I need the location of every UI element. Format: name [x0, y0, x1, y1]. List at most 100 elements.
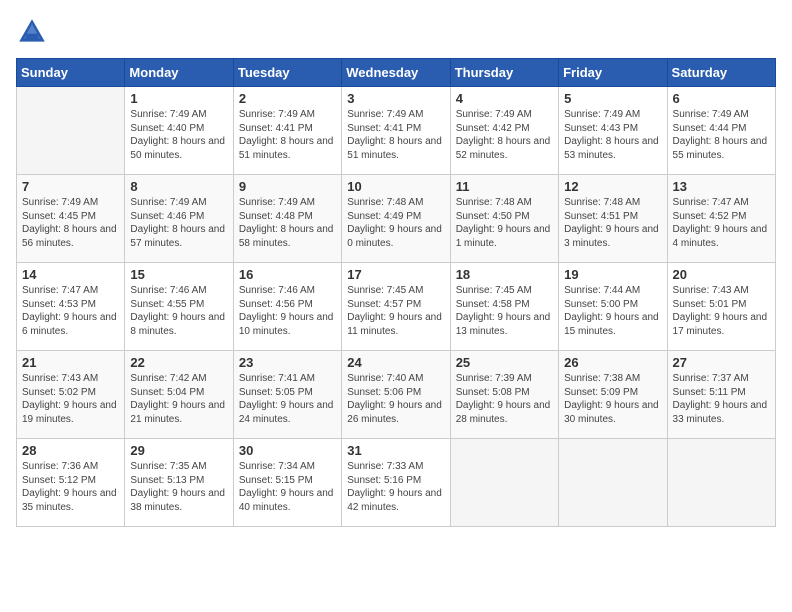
col-header-thursday: Thursday: [450, 59, 558, 87]
calendar-cell: 17 Sunrise: 7:45 AMSunset: 4:57 PMDayligh…: [342, 263, 450, 351]
col-header-wednesday: Wednesday: [342, 59, 450, 87]
day-number: 10: [347, 179, 444, 194]
calendar-cell: 9 Sunrise: 7:49 AMSunset: 4:48 PMDaylight…: [233, 175, 341, 263]
day-info: Sunrise: 7:49 AMSunset: 4:40 PMDaylight:…: [130, 108, 227, 162]
logo-icon: [16, 16, 48, 48]
calendar-cell: 19 Sunrise: 7:44 AMSunset: 5:00 PMDayligh…: [559, 263, 667, 351]
day-number: 14: [22, 267, 119, 282]
calendar-cell: 8 Sunrise: 7:49 AMSunset: 4:46 PMDaylight…: [125, 175, 233, 263]
day-info: Sunrise: 7:49 AMSunset: 4:44 PMDaylight:…: [673, 108, 770, 162]
day-number: 24: [347, 355, 444, 370]
calendar-cell: 15 Sunrise: 7:46 AMSunset: 4:55 PMDayligh…: [125, 263, 233, 351]
day-info: Sunrise: 7:49 AMSunset: 4:42 PMDaylight:…: [456, 108, 553, 162]
day-number: 23: [239, 355, 336, 370]
calendar-cell: 25 Sunrise: 7:39 AMSunset: 5:08 PMDayligh…: [450, 351, 558, 439]
day-number: 13: [673, 179, 770, 194]
calendar-cell: 7 Sunrise: 7:49 AMSunset: 4:45 PMDaylight…: [17, 175, 125, 263]
calendar-cell: [450, 439, 558, 527]
day-info: Sunrise: 7:39 AMSunset: 5:08 PMDaylight:…: [456, 372, 553, 426]
day-info: Sunrise: 7:43 AMSunset: 5:02 PMDaylight:…: [22, 372, 119, 426]
day-info: Sunrise: 7:35 AMSunset: 5:13 PMDaylight:…: [130, 460, 227, 514]
day-number: 15: [130, 267, 227, 282]
day-info: Sunrise: 7:47 AMSunset: 4:53 PMDaylight:…: [22, 284, 119, 338]
calendar-cell: 6 Sunrise: 7:49 AMSunset: 4:44 PMDaylight…: [667, 87, 775, 175]
calendar-cell: [559, 439, 667, 527]
calendar-week-row: 1 Sunrise: 7:49 AMSunset: 4:40 PMDaylight…: [17, 87, 776, 175]
col-header-friday: Friday: [559, 59, 667, 87]
calendar-cell: 13 Sunrise: 7:47 AMSunset: 4:52 PMDayligh…: [667, 175, 775, 263]
calendar-cell: [667, 439, 775, 527]
day-number: 30: [239, 443, 336, 458]
day-info: Sunrise: 7:49 AMSunset: 4:48 PMDaylight:…: [239, 196, 336, 250]
calendar-cell: 2 Sunrise: 7:49 AMSunset: 4:41 PMDaylight…: [233, 87, 341, 175]
day-number: 6: [673, 91, 770, 106]
day-number: 19: [564, 267, 661, 282]
day-number: 21: [22, 355, 119, 370]
col-header-monday: Monday: [125, 59, 233, 87]
day-info: Sunrise: 7:44 AMSunset: 5:00 PMDaylight:…: [564, 284, 661, 338]
day-number: 8: [130, 179, 227, 194]
day-info: Sunrise: 7:49 AMSunset: 4:41 PMDaylight:…: [239, 108, 336, 162]
logo: [16, 16, 54, 48]
day-number: 25: [456, 355, 553, 370]
col-header-sunday: Sunday: [17, 59, 125, 87]
calendar-cell: 28 Sunrise: 7:36 AMSunset: 5:12 PMDayligh…: [17, 439, 125, 527]
col-header-saturday: Saturday: [667, 59, 775, 87]
day-number: 28: [22, 443, 119, 458]
calendar-cell: 3 Sunrise: 7:49 AMSunset: 4:41 PMDaylight…: [342, 87, 450, 175]
calendar-cell: 16 Sunrise: 7:46 AMSunset: 4:56 PMDayligh…: [233, 263, 341, 351]
day-number: 5: [564, 91, 661, 106]
calendar-cell: 21 Sunrise: 7:43 AMSunset: 5:02 PMDayligh…: [17, 351, 125, 439]
day-number: 31: [347, 443, 444, 458]
day-info: Sunrise: 7:49 AMSunset: 4:41 PMDaylight:…: [347, 108, 444, 162]
day-info: Sunrise: 7:48 AMSunset: 4:49 PMDaylight:…: [347, 196, 444, 250]
day-number: 3: [347, 91, 444, 106]
calendar-cell: 10 Sunrise: 7:48 AMSunset: 4:49 PMDayligh…: [342, 175, 450, 263]
day-number: 11: [456, 179, 553, 194]
day-info: Sunrise: 7:36 AMSunset: 5:12 PMDaylight:…: [22, 460, 119, 514]
day-number: 16: [239, 267, 336, 282]
calendar-cell: 24Sunrise: 7:40 AMSunset: 5:06 PMDayligh…: [342, 351, 450, 439]
calendar-table: SundayMondayTuesdayWednesdayThursdayFrid…: [16, 58, 776, 527]
day-info: Sunrise: 7:48 AMSunset: 4:50 PMDaylight:…: [456, 196, 553, 250]
day-number: 1: [130, 91, 227, 106]
day-info: Sunrise: 7:49 AMSunset: 4:43 PMDaylight:…: [564, 108, 661, 162]
day-info: Sunrise: 7:45 AMSunset: 4:57 PMDaylight:…: [347, 284, 444, 338]
calendar-cell: 14 Sunrise: 7:47 AMSunset: 4:53 PMDayligh…: [17, 263, 125, 351]
day-info: Sunrise: 7:46 AMSunset: 4:55 PMDaylight:…: [130, 284, 227, 338]
calendar-header-row: SundayMondayTuesdayWednesdayThursdayFrid…: [17, 59, 776, 87]
calendar-cell: 5 Sunrise: 7:49 AMSunset: 4:43 PMDaylight…: [559, 87, 667, 175]
calendar-week-row: 21 Sunrise: 7:43 AMSunset: 5:02 PMDayligh…: [17, 351, 776, 439]
day-number: 4: [456, 91, 553, 106]
calendar-cell: 1 Sunrise: 7:49 AMSunset: 4:40 PMDaylight…: [125, 87, 233, 175]
day-number: 26: [564, 355, 661, 370]
calendar-cell: 20Sunrise: 7:43 AMSunset: 5:01 PMDayligh…: [667, 263, 775, 351]
calendar-cell: [17, 87, 125, 175]
day-info: Sunrise: 7:49 AMSunset: 4:45 PMDaylight:…: [22, 196, 119, 250]
day-info: Sunrise: 7:45 AMSunset: 4:58 PMDaylight:…: [456, 284, 553, 338]
col-header-tuesday: Tuesday: [233, 59, 341, 87]
day-number: 29: [130, 443, 227, 458]
day-info: Sunrise: 7:41 AMSunset: 5:05 PMDaylight:…: [239, 372, 336, 426]
calendar-cell: 26Sunrise: 7:38 AMSunset: 5:09 PMDayligh…: [559, 351, 667, 439]
day-number: 7: [22, 179, 119, 194]
day-number: 9: [239, 179, 336, 194]
day-number: 2: [239, 91, 336, 106]
calendar-cell: 29 Sunrise: 7:35 AMSunset: 5:13 PMDayligh…: [125, 439, 233, 527]
day-number: 12: [564, 179, 661, 194]
calendar-cell: 23 Sunrise: 7:41 AMSunset: 5:05 PMDayligh…: [233, 351, 341, 439]
calendar-cell: 30 Sunrise: 7:34 AMSunset: 5:15 PMDayligh…: [233, 439, 341, 527]
calendar-cell: 4 Sunrise: 7:49 AMSunset: 4:42 PMDaylight…: [450, 87, 558, 175]
day-info: Sunrise: 7:46 AMSunset: 4:56 PMDaylight:…: [239, 284, 336, 338]
day-info: Sunrise: 7:48 AMSunset: 4:51 PMDaylight:…: [564, 196, 661, 250]
day-number: 18: [456, 267, 553, 282]
day-info: Sunrise: 7:47 AMSunset: 4:52 PMDaylight:…: [673, 196, 770, 250]
calendar-cell: 18 Sunrise: 7:45 AMSunset: 4:58 PMDayligh…: [450, 263, 558, 351]
day-info: Sunrise: 7:49 AMSunset: 4:46 PMDaylight:…: [130, 196, 227, 250]
day-number: 27: [673, 355, 770, 370]
day-number: 17: [347, 267, 444, 282]
calendar-cell: 12 Sunrise: 7:48 AMSunset: 4:51 PMDayligh…: [559, 175, 667, 263]
calendar-week-row: 14 Sunrise: 7:47 AMSunset: 4:53 PMDayligh…: [17, 263, 776, 351]
calendar-cell: 31Sunrise: 7:33 AMSunset: 5:16 PMDayligh…: [342, 439, 450, 527]
day-info: Sunrise: 7:34 AMSunset: 5:15 PMDaylight:…: [239, 460, 336, 514]
